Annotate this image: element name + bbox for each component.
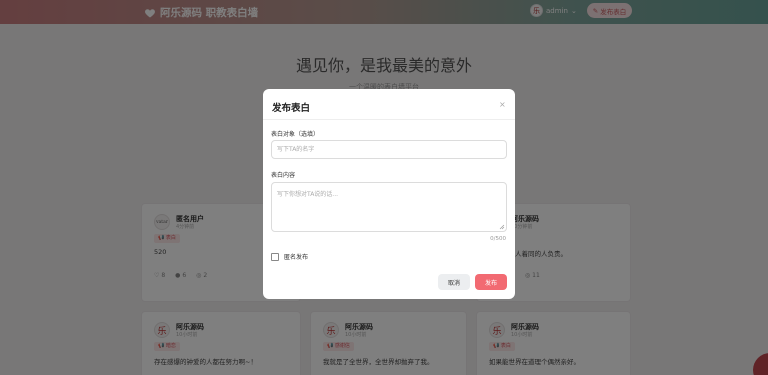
publish-modal: 发布表白 × 表白对象（选填） 表白内容 0/500 匿名发布 取消 发布 [263,89,515,299]
resize-handle-icon[interactable] [499,224,505,230]
divider [263,119,515,120]
anonymous-label: 匿名发布 [284,254,309,261]
target-label: 表白对象（选填） [271,131,320,138]
cancel-button[interactable]: 取消 [438,274,470,290]
modal-title: 发布表白 [272,103,311,114]
content-label: 表白内容 [271,172,296,179]
content-textarea[interactable] [271,182,507,232]
anonymous-checkbox[interactable] [271,252,279,261]
anonymous-toggle[interactable]: 匿名发布 [271,252,308,261]
target-name-input[interactable] [271,140,507,159]
close-icon[interactable]: × [499,100,506,109]
submit-button[interactable]: 发布 [475,274,507,290]
char-counter: 0/500 [490,236,506,242]
